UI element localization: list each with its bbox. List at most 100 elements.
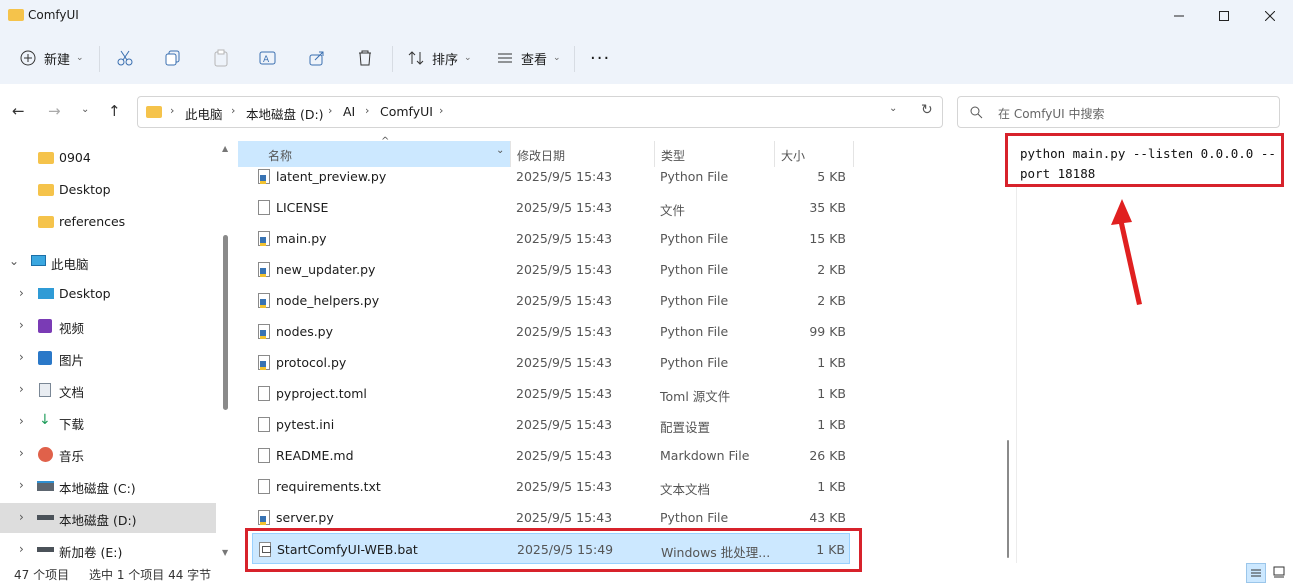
desktop-icon — [38, 288, 54, 299]
search-box[interactable]: 在 ComfyUI 中搜索 — [957, 96, 1280, 128]
minimize-button[interactable] — [1156, 0, 1202, 32]
nav-item-documents[interactable]: › 文档 — [0, 375, 216, 405]
file-row[interactable]: new_updater.py 2025/9/5 15:43 Python File 2… — [252, 254, 850, 285]
document-icon — [258, 448, 270, 463]
file-name: latent_preview.py — [276, 169, 387, 184]
chevron-right-icon[interactable]: › — [19, 446, 24, 460]
file-row[interactable]: nodes.py 2025/9/5 15:43 Python File 99 KB — [252, 316, 850, 347]
file-row[interactable]: LICENSE 2025/9/5 15:43 文件 35 KB — [252, 192, 850, 223]
file-type: Toml 源文件 — [660, 389, 731, 404]
address-row: ← → ⌄ ↑ › 此电脑 › 本地磁盘 (D:) › AI › ComfyUI… — [0, 84, 1293, 140]
breadcrumb-comfyui[interactable]: ComfyUI — [380, 104, 433, 119]
chevron-down-icon[interactable]: ⌄ — [9, 254, 19, 268]
paste-button[interactable] — [212, 42, 230, 74]
preview-scrollbar-thumb[interactable] — [1007, 440, 1009, 558]
sort-button[interactable]: 排序 ⌄ — [408, 42, 472, 74]
chevron-right-icon[interactable]: › — [19, 510, 24, 524]
file-name: LICENSE — [276, 200, 329, 215]
file-type: 配置设置 — [660, 420, 711, 435]
address-bar[interactable]: › 此电脑 › 本地磁盘 (D:) › AI › ComfyUI › ⌄ ↻ — [137, 96, 943, 128]
nav-label: Desktop — [59, 182, 111, 197]
file-type: Python File — [660, 169, 729, 184]
refresh-icon[interactable]: ↻ — [921, 102, 933, 118]
chevron-right-icon[interactable]: › — [19, 350, 24, 364]
chevron-right-icon[interactable]: › — [19, 414, 24, 428]
nav-item-desktop[interactable]: › Desktop — [0, 279, 216, 309]
search-placeholder: 在 ComfyUI 中搜索 — [998, 107, 1105, 121]
nav-item-drive-c[interactable]: › 本地磁盘 (C:) — [0, 471, 216, 501]
nav-item-desktop-quick[interactable]: Desktop — [0, 175, 216, 205]
python-file-icon — [258, 262, 270, 277]
nav-label: 图片 — [59, 353, 85, 368]
file-name: pytest.ini — [276, 417, 335, 432]
file-row[interactable]: pyproject.toml 2025/9/5 15:43 Toml 源文件 1 KB — [252, 378, 850, 409]
file-size: 1 KB — [817, 417, 846, 432]
cut-button[interactable] — [116, 42, 134, 74]
file-date: 2025/9/5 15:43 — [516, 386, 613, 401]
chevron-right-icon[interactable]: › — [19, 286, 24, 300]
chevron-right-icon[interactable]: › — [19, 318, 24, 332]
nav-item-music[interactable]: › 音乐 — [0, 439, 216, 469]
scissors-icon — [117, 50, 133, 66]
chevron-right-icon[interactable]: › — [19, 542, 24, 556]
back-arrow-icon[interactable]: ← — [12, 102, 25, 120]
file-row[interactable]: protocol.py 2025/9/5 15:43 Python File 1 KB — [252, 347, 850, 378]
folder-icon — [38, 184, 54, 196]
new-button[interactable]: 新建 ⌄ — [20, 42, 84, 74]
nav-item-drive-e[interactable]: › 新加卷 (E:) — [0, 535, 216, 563]
nav-item-0904[interactable]: 0904 — [0, 143, 216, 173]
document-icon — [258, 417, 270, 432]
file-row[interactable]: main.py 2025/9/5 15:43 Python File 15 KB — [252, 223, 850, 254]
toolbar-divider — [574, 46, 575, 72]
more-options-button[interactable]: ··· — [590, 42, 610, 74]
file-size: 1 KB — [817, 355, 846, 370]
chevron-down-icon[interactable]: ⌄ — [496, 145, 504, 156]
file-row[interactable]: node_helpers.py 2025/9/5 15:43 Python File… — [252, 285, 850, 316]
nav-label: 新加卷 (E:) — [59, 545, 123, 560]
file-date: 2025/9/5 15:43 — [516, 324, 613, 339]
file-type: 文件 — [660, 203, 686, 218]
chevron-right-icon[interactable]: › — [19, 478, 24, 492]
scroll-up-arrow-icon[interactable]: ▲ — [222, 144, 228, 153]
large-icons-view-button[interactable] — [1270, 563, 1290, 583]
nav-item-videos[interactable]: › 视频 — [0, 311, 216, 341]
file-size: 35 KB — [809, 200, 846, 215]
file-row[interactable]: README.md 2025/9/5 15:43 Markdown File 26 K… — [252, 440, 850, 471]
copy-button[interactable] — [164, 42, 182, 74]
sort-icon — [408, 51, 424, 65]
file-name: protocol.py — [276, 355, 347, 370]
file-row[interactable]: requirements.txt 2025/9/5 15:43 文本文档 1 KB — [252, 471, 850, 502]
share-button[interactable] — [308, 42, 326, 74]
rename-button[interactable]: A — [259, 42, 277, 74]
breadcrumb-ai[interactable]: AI — [343, 104, 355, 119]
address-history-chevron-icon[interactable]: ⌄ — [889, 103, 897, 114]
recent-locations-chevron-icon[interactable]: ⌄ — [81, 104, 89, 115]
file-row[interactable]: latent_preview.py 2025/9/5 15:43 Python Fi… — [252, 161, 850, 192]
file-row[interactable]: pytest.ini 2025/9/5 15:43 配置设置 1 KB — [252, 409, 850, 440]
file-date: 2025/9/5 15:43 — [516, 200, 613, 215]
ellipsis-icon: ··· — [590, 47, 611, 69]
close-button[interactable] — [1247, 0, 1293, 32]
view-button[interactable]: 查看 ⌄ — [497, 42, 561, 74]
chevron-right-icon[interactable]: › — [19, 382, 24, 396]
delete-button[interactable] — [356, 42, 374, 74]
nav-item-references[interactable]: references — [0, 207, 216, 237]
breadcrumb-drive-d[interactable]: 本地磁盘 (D:) — [246, 104, 324, 123]
nav-item-downloads[interactable]: › ↓ 下载 — [0, 407, 216, 437]
plus-circle-icon — [20, 50, 36, 66]
file-name: pyproject.toml — [276, 386, 367, 401]
file-date: 2025/9/5 15:43 — [516, 231, 613, 246]
chevron-down-icon: ⌄ — [553, 53, 561, 63]
breadcrumb-this-pc[interactable]: 此电脑 — [185, 104, 223, 123]
forward-arrow-icon[interactable]: → — [48, 102, 61, 120]
maximize-button[interactable] — [1201, 0, 1247, 32]
nav-scrollbar-thumb[interactable] — [223, 235, 228, 410]
up-arrow-icon[interactable]: ↑ — [108, 102, 121, 120]
file-date: 2025/9/5 15:43 — [516, 262, 613, 277]
details-view-button[interactable] — [1246, 563, 1266, 583]
nav-item-this-pc[interactable]: ⌄ 此电脑 — [0, 247, 216, 277]
nav-item-pictures[interactable]: › 图片 — [0, 343, 216, 373]
scroll-down-arrow-icon[interactable]: ▼ — [222, 548, 228, 557]
nav-item-drive-d[interactable]: › 本地磁盘 (D:) — [0, 503, 216, 533]
file-date: 2025/9/5 15:43 — [516, 479, 613, 494]
